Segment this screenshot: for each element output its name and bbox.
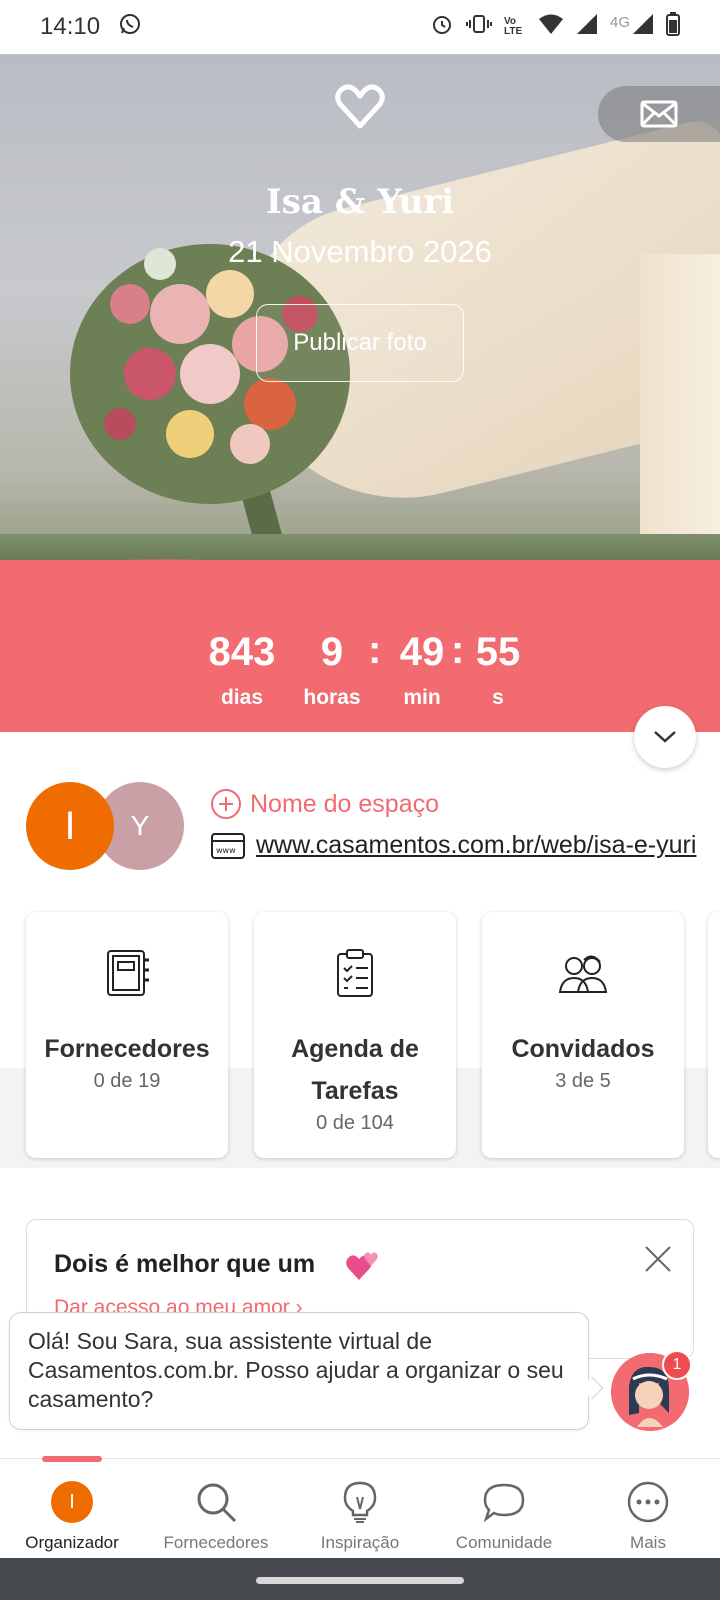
- countdown-wave: [0, 559, 720, 596]
- svg-text:www: www: [216, 846, 236, 855]
- website-link[interactable]: www www.casamentos.com.br/web/isa-e-yuri: [210, 831, 720, 860]
- countdown-days-label: dias: [220, 686, 264, 709]
- venue-link[interactable]: Nome do espaço: [210, 788, 439, 820]
- signal-icon: [576, 13, 598, 41]
- signal-4g-label: 4G: [609, 13, 630, 31]
- heart-logo-icon: [335, 84, 385, 135]
- card-subtitle: 3 de 5: [555, 1070, 611, 1092]
- card-subtitle: 0 de 19: [93, 1070, 161, 1092]
- checklist-icon: [254, 948, 456, 1002]
- card-title-line: Agenda de: [291, 1035, 419, 1063]
- nav-organizador[interactable]: I Organizador: [0, 1459, 144, 1559]
- battery-icon: [666, 12, 680, 42]
- card-title: Agenda de Tarefas: [254, 1028, 456, 1112]
- home-gesture-bar[interactable]: [256, 1577, 464, 1584]
- website-url: www.casamentos.com.br/web/isa-e-yuri: [256, 831, 697, 859]
- alarm-icon: [430, 12, 454, 42]
- card-agenda-tarefas[interactable]: Agenda de Tarefas 0 de 104: [254, 912, 456, 1158]
- close-icon[interactable]: [643, 1244, 673, 1279]
- countdown-days: 843: [208, 630, 276, 674]
- countdown-minutes-label: min: [403, 686, 441, 709]
- card-convidados[interactable]: Convidados 3 de 5: [482, 912, 684, 1158]
- card-fornecedores[interactable]: Fornecedores 0 de 19: [26, 912, 228, 1158]
- website-icon: www: [211, 832, 245, 859]
- whatsapp-icon: [118, 12, 142, 43]
- card-title: Fornecedores: [44, 1035, 210, 1063]
- status-bar: 14:10 Vo LTE 4G: [0, 0, 720, 54]
- notification-badge: 1: [662, 1350, 692, 1380]
- vibrate-icon: [465, 12, 492, 42]
- nav-label: Fornecedores: [163, 1533, 269, 1552]
- mail-button[interactable]: [598, 86, 720, 142]
- mail-icon: [640, 100, 678, 128]
- chevron-down-icon: [654, 731, 676, 743]
- chat-bubble-icon: [432, 1481, 576, 1523]
- wedding-date: 21 Novembro 2026: [228, 234, 492, 269]
- countdown-hours-label: horas: [303, 686, 361, 709]
- card-title: Convidados: [511, 1035, 655, 1063]
- search-icon: [144, 1481, 288, 1523]
- countdown-minutes: 49: [399, 630, 445, 674]
- card-title-line: Tarefas: [311, 1077, 399, 1105]
- two-hearts-icon: [346, 1252, 378, 1280]
- hero-dress-graphic: [640, 254, 720, 574]
- countdown-seconds-label: s: [492, 686, 504, 709]
- signal-4g-icon: [632, 13, 654, 41]
- add-circle-icon: [211, 789, 241, 819]
- couple-names: Isa & Yuri: [265, 182, 455, 222]
- status-time: 14:10: [40, 13, 101, 40]
- nav-label: Inspiração: [320, 1533, 400, 1552]
- more-icon: [576, 1481, 720, 1523]
- countdown-separator: :: [368, 628, 382, 672]
- nav-comunidade[interactable]: Comunidade: [432, 1459, 576, 1559]
- venue-label: Nome do espaço: [250, 789, 440, 818]
- card-subtitle: 0 de 104: [316, 1112, 394, 1134]
- organizer-avatar: I: [51, 1481, 93, 1523]
- lightbulb-icon: [288, 1481, 432, 1523]
- assistant-message[interactable]: Olá! Sou Sara, sua assistente virtual de…: [9, 1312, 589, 1430]
- hero-photo: Isa & Yuri 21 Novembro 2026 Publicar fot…: [0, 54, 720, 574]
- wifi-icon: [538, 13, 564, 41]
- card-next-partial[interactable]: [708, 912, 720, 1158]
- nav-label: Organizador: [25, 1533, 119, 1552]
- nav-inspiracao[interactable]: Inspiração: [288, 1459, 432, 1559]
- guests-icon: [482, 948, 684, 1002]
- nav-active-indicator: [42, 1456, 102, 1462]
- collapse-button[interactable]: [634, 706, 696, 768]
- notebook-icon: [26, 948, 228, 1002]
- nav-mais[interactable]: Mais: [576, 1459, 720, 1559]
- nav-label: Comunidade: [455, 1533, 553, 1552]
- bottom-nav: I Organizador Fornecedores Inspiração Co…: [0, 1458, 720, 1558]
- organizer-avatar-icon: I: [0, 1481, 144, 1523]
- countdown-hours: 9: [320, 630, 344, 674]
- promo-title: Dois é melhor que um: [54, 1250, 316, 1278]
- nav-fornecedores[interactable]: Fornecedores: [144, 1459, 288, 1559]
- volte-icon: Vo LTE: [503, 16, 523, 37]
- countdown-seconds: 55: [475, 630, 521, 674]
- avatar-user[interactable]: I: [26, 782, 114, 870]
- publish-photo-button[interactable]: Publicar foto: [256, 304, 464, 382]
- nav-label: Mais: [630, 1533, 666, 1552]
